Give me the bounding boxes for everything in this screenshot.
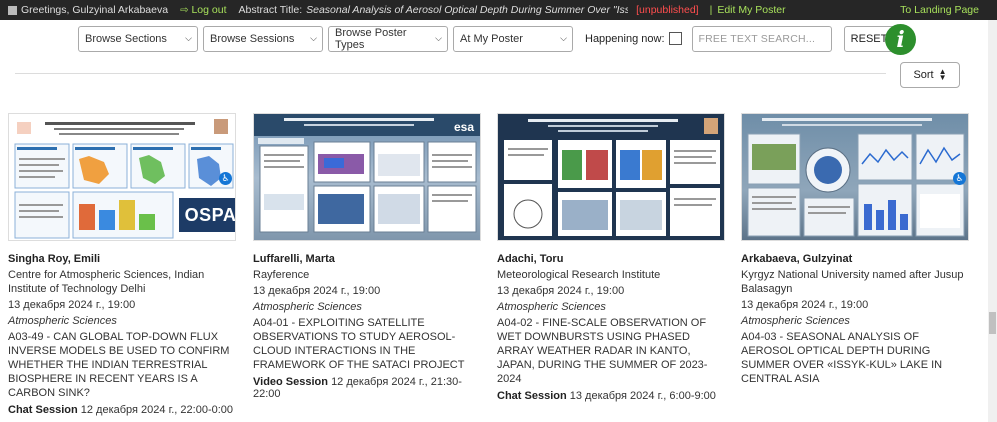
poster-thumbnail[interactable]: ♿ (741, 113, 969, 241)
sort-button[interactable]: Sort ▲ ▼ (900, 62, 960, 88)
sections-select-value: Browse Sections (85, 32, 167, 45)
poster-title[interactable]: A03-49 - Can global top-down flux invers… (8, 330, 236, 400)
sections-select[interactable]: Browse Sections ⌵ (78, 25, 198, 52)
poster-card[interactable]: esa Luffarelli, Marta Rayference 13 дека… (253, 113, 481, 400)
chevron-down-icon: ⌵ (435, 33, 442, 43)
filter-bar: Browse Sections ⌵ Browse Sessions ⌵ Browse… (78, 25, 895, 52)
chevron-down-icon: ⌵ (185, 33, 192, 43)
happening-now-checkbox[interactable] (668, 32, 682, 45)
poster-date: 13 декабря 2024 г., 19:00 (741, 299, 869, 311)
session-type: Video Session (253, 376, 328, 388)
esa-logo: esa (454, 120, 474, 134)
poster-date: 13 декабря 2024 г., 19:00 (497, 285, 625, 297)
my-poster-select[interactable]: At My Poster ⌵ (453, 25, 573, 52)
poster-image: esa (254, 114, 480, 240)
poster-institution: Meteorological Research Institute (497, 269, 661, 281)
poster-thumbnail[interactable] (497, 113, 725, 241)
poster-institution: Rayference (253, 269, 310, 281)
poster-title[interactable]: A04-02 - Fine-scale observation of wet d… (497, 316, 725, 386)
poster-session: Video Session 12 декабря 2024 г., 21:30-… (253, 376, 481, 400)
divider (15, 73, 886, 74)
chevron-down-icon: ⌵ (560, 33, 567, 43)
user-icon (8, 5, 17, 15)
poster-date: 13 декабря 2024 г., 19:00 (253, 285, 381, 297)
logout-icon: ⇨ (180, 4, 189, 16)
landing-page-link[interactable]: To Landing Page (900, 4, 979, 16)
poster-image (498, 114, 724, 240)
happening-now-label: Happening now: (585, 32, 665, 45)
poster-card[interactable]: ♿ OSPA Singha Roy, Emili Centre for Atmo… (8, 113, 236, 416)
poster-author[interactable]: Arkabaeva, Gulzyinat (741, 253, 969, 265)
poster-category: Atmospheric Sciences (497, 301, 606, 313)
session-time: 12 декабря 2024 г., 22:00-0:00 (80, 404, 234, 416)
top-bar: Greetings, Gulzyinal Arkabaeva ⇨ Log out … (0, 0, 997, 20)
divider: | (709, 4, 713, 16)
sort-label: Sort (913, 69, 934, 81)
sort-arrows-icon: ▲ ▼ (938, 67, 947, 82)
sessions-select[interactable]: Browse Sessions ⌵ (203, 25, 323, 52)
poster-institution: Centre for Atmospheric Sciences, Indian … (8, 269, 205, 295)
poster-category: Atmospheric Sciences (253, 301, 362, 313)
session-type: Chat Session (497, 390, 567, 402)
poster-category: Atmospheric Sciences (8, 315, 117, 327)
info-button[interactable]: i (885, 24, 916, 55)
poster-thumbnail[interactable]: ♿ OSPA (8, 113, 236, 241)
poster-types-select[interactable]: Browse Poster Types ⌵ (328, 25, 448, 52)
poster-session: Chat Session 13 декабря 2024 г., 6:00-9:… (497, 390, 725, 402)
poster-session: Chat Session 12 декабря 2024 г., 22:00-0… (8, 404, 236, 416)
poster-image (742, 114, 968, 240)
poster-institution: Kyrgyz National University named after J… (741, 269, 964, 295)
logout-link[interactable]: ⇨ Log out (180, 4, 226, 16)
poster-category: Atmospheric Sciences (741, 315, 850, 327)
poster-thumbnail[interactable]: esa (253, 113, 481, 241)
poster-types-select-value: Browse Poster Types (335, 26, 407, 51)
poster-author[interactable]: Singha Roy, Emili (8, 253, 236, 265)
ospa-badge: OSPA (177, 196, 235, 234)
session-time: 13 декабря 2024 г., 6:00-9:00 (569, 390, 716, 402)
scrollbar-thumb[interactable] (989, 312, 996, 334)
my-poster-select-value: At My Poster (460, 32, 523, 45)
chevron-down-icon: ⌵ (310, 33, 317, 43)
abstract-title: Seasonal Analysis of Aerosol Optical Dep… (306, 4, 628, 16)
edit-poster-link[interactable]: Edit My Poster (717, 4, 785, 16)
poster-author[interactable]: Adachi, Toru (497, 253, 725, 265)
poster-card[interactable]: Adachi, Toru Meteorological Research Ins… (497, 113, 725, 402)
poster-title[interactable]: A04-01 - Exploiting Satellite Observatio… (253, 316, 481, 372)
accessibility-icon: ♿ (953, 172, 966, 185)
abstract-label: Abstract Title: (238, 4, 303, 16)
poster-date: 13 декабря 2024 г., 19:00 (8, 299, 136, 311)
poster-card[interactable]: ♿ Arkabaeva, Gulzyinat Kyrgyz National U… (741, 113, 969, 386)
accessibility-icon: ♿ (219, 172, 232, 185)
session-type: Chat Session (8, 404, 78, 416)
sessions-select-value: Browse Sessions (210, 32, 295, 45)
greeting-text: Greetings, Gulzyinal Arkabaeva (21, 4, 169, 16)
page-scrollbar[interactable] (988, 20, 997, 422)
status-badge: [unpublished] (636, 4, 699, 16)
logout-label: Log out (191, 4, 227, 16)
poster-author[interactable]: Luffarelli, Marta (253, 253, 481, 265)
poster-title[interactable]: A04-03 - Seasonal Analysis of Aerosol Op… (741, 330, 969, 386)
search-input[interactable]: FREE TEXT SEARCH... (691, 25, 832, 52)
happening-now: Happening now: (585, 32, 682, 45)
